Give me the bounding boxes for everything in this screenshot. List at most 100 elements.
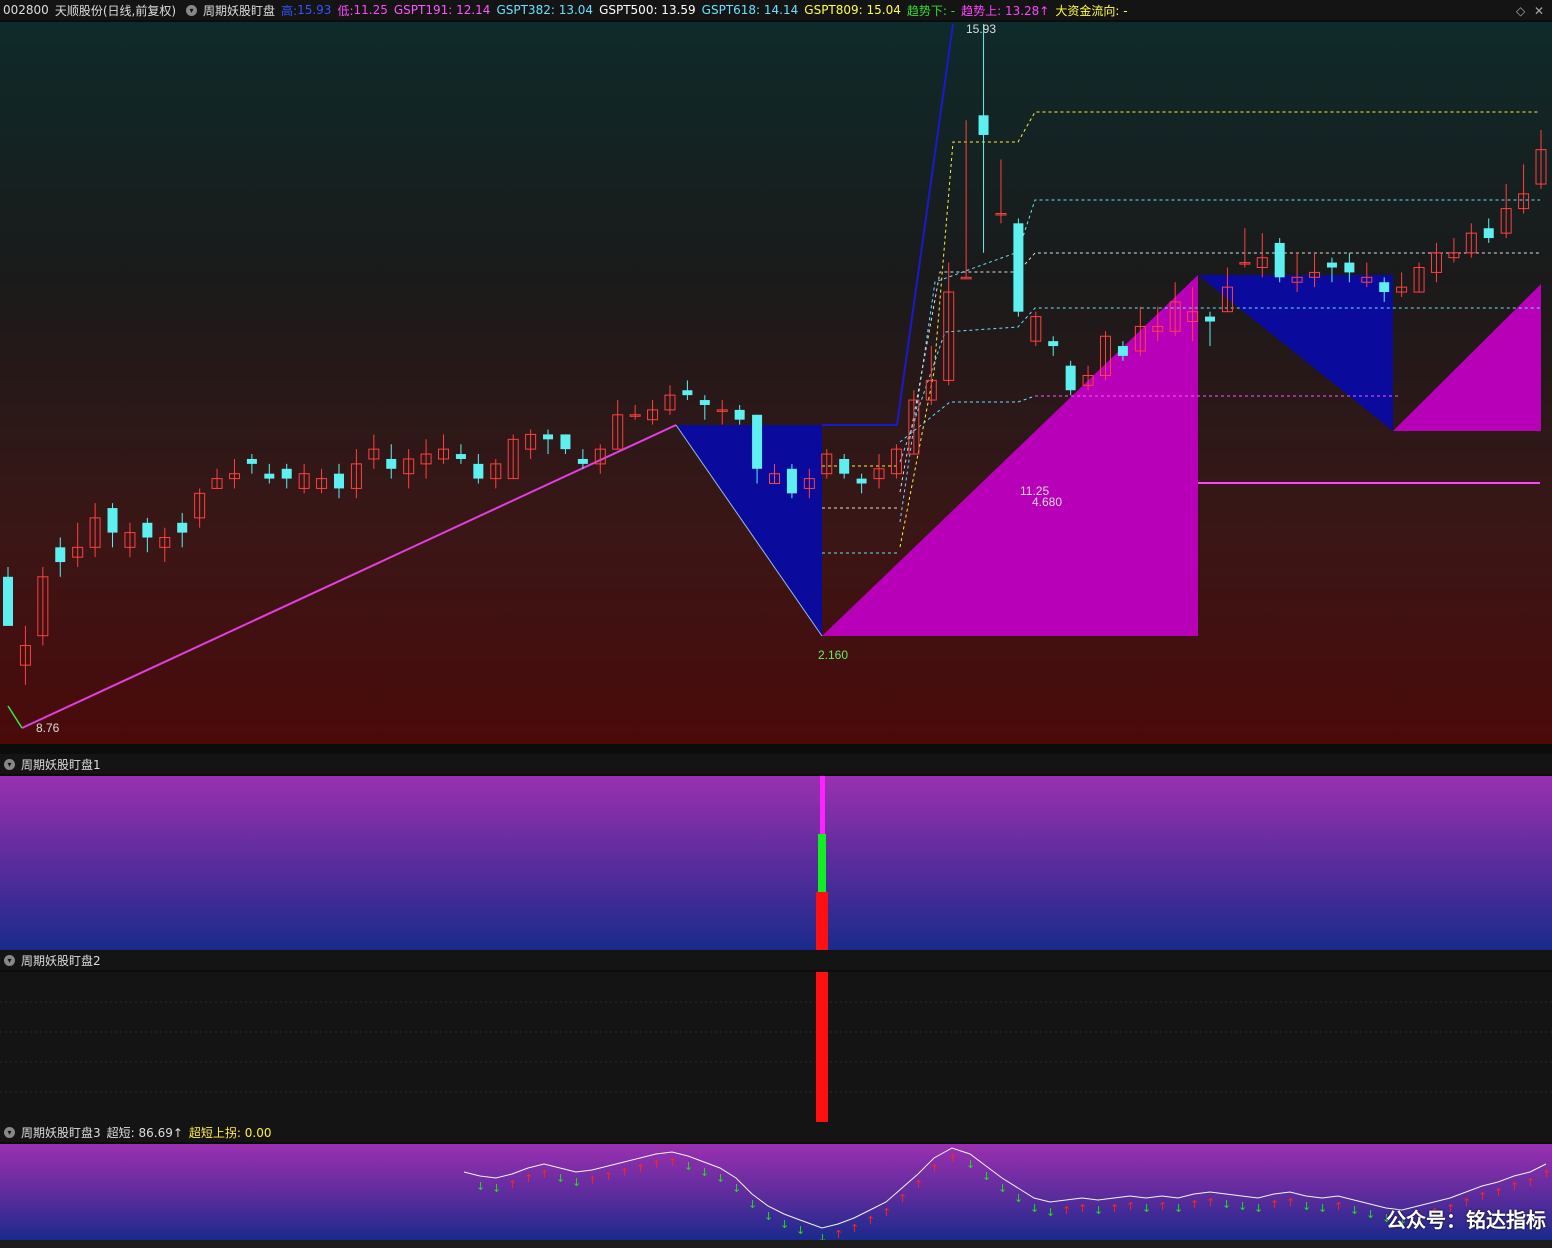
candle-body [142,522,153,538]
candle-body [786,468,797,494]
indicator-name[interactable]: 周期妖股盯盘 [203,2,275,19]
indicator-panel-3[interactable]: ↓ ↓ ↑ ↑ ↑ ↓ ↓ ↑ ↑ ↑ ↑ ↑ ↑ ↓ ↓ ↓ ↓ ↓ ↓ ↓ ↓ ↓ ↑ ↑ ↑ ↑ ↑ ↑ ↑ ↑ ↓ ↓ ↓ ↓ ↓ ↓ ↑ ↑ ↓ ↑… [0,1144,1552,1240]
candle-body [1205,316,1216,322]
candle-body [960,276,972,280]
candle-body [1117,346,1128,356]
candle-body [333,473,344,489]
indicator-panel-1[interactable] [0,776,1552,950]
trend-up: 趋势上: 13.28↑ [961,3,1050,18]
down-arrow-icon: ↓ [1238,1200,1247,1213]
candle-body [1065,365,1076,391]
price-max-label: 15.93 [966,22,996,36]
close-icon[interactable]: ✕ [1534,4,1544,18]
candle-body [1048,341,1059,347]
gspt500: GSPT500: 13.59 [599,3,696,17]
candle-body [543,434,554,440]
stock-code: 002800 [3,3,49,17]
down-arrow-icon: ↓ [492,1182,501,1195]
ultra-short-turn: 超短上拐: 0.00 [188,1125,272,1140]
watermark: 公众号：铭达指标 [1386,1208,1546,1232]
indicator-panel-2[interactable] [0,972,1552,1122]
up-arrow-icon: ↑ [508,1178,517,1191]
low-value: 11.25 [353,3,388,17]
down-arrow-icon: ↓ [764,1210,773,1223]
down-arrow-icon: ↓ [700,1166,709,1179]
down-arrow-icon: ↓ [998,1182,1007,1195]
up-arrow-icon: ↑ [1158,1200,1167,1213]
main-chart-header: 002800 天顺股份 (日线,前复权) ▾ 周期妖股盯盘 高: 15.93 低… [0,0,1552,20]
down-arrow-icon: ↓ [1254,1202,1263,1215]
down-arrow-icon: ↓ [732,1182,741,1195]
price-min-label: 8.76 [36,721,60,735]
panel1-header: ▾ 周期妖股盯盘1 [0,754,1552,774]
candle-body [682,390,693,396]
chart-period: (日线,前复权) [102,3,177,18]
low-label: 低: [337,3,354,18]
candle-body [734,409,745,420]
up-arrow-icon: ↑ [834,1228,843,1240]
candle-body [386,458,397,469]
up-arrow-icon: ↑ [1206,1196,1215,1209]
candle-body [107,508,118,533]
down-arrow-icon: ↓ [572,1176,581,1189]
green-start-line [7,705,23,729]
trend-down: 趋势下: - [906,3,956,18]
panel2-toggle-icon[interactable]: ▾ [4,954,15,966]
panel1-title[interactable]: 周期妖股盯盘1 [21,756,101,773]
candle-body [473,463,484,479]
down-arrow-icon: ↓ [1014,1192,1023,1205]
wave-label-3: 4.680 [1032,495,1062,509]
candle-body [246,458,257,464]
panel1-toggle-icon[interactable]: ▾ [4,758,15,770]
main-price-chart[interactable]: 15.93 8.76 2.160 11.25 4.680 [0,22,1552,744]
up-arrow-icon: ↑ [1078,1202,1087,1215]
down-arrow-icon: ↓ [818,1232,827,1240]
down-arrow-icon: ↓ [780,1218,789,1231]
high-value: 15.93 [297,3,332,17]
panel3-title[interactable]: 周期妖股盯盘3 [21,1124,101,1141]
down-arrow-icon: ↓ [1222,1198,1231,1211]
panel2-header: ▾ 周期妖股盯盘2 [0,950,1552,970]
panel3-toggle-icon[interactable]: ▾ [4,1126,15,1138]
magenta-up-wave-area [822,275,1198,636]
panel2-svg [0,972,1552,1122]
up-arrow-icon: ↑ [1110,1202,1119,1215]
panel1-svg [816,776,828,950]
candle-body [978,115,989,135]
candle-body [177,522,188,533]
indicator-toggle-icon[interactable]: ▾ [186,4,198,16]
up-arrow-icon: ↑ [524,1172,533,1185]
down-arrow-icon: ↓ [966,1158,975,1171]
candle-body [1379,282,1390,293]
down-arrow-icon: ↓ [982,1170,991,1183]
up-arrow-icon: ↑ [914,1178,923,1191]
down-arrow-icon: ↓ [1302,1200,1311,1213]
down-arrow-icon: ↓ [748,1198,757,1211]
down-arrow-icon: ↓ [1046,1206,1055,1219]
candle-body [856,478,867,484]
up-arrow-icon: ↑ [1542,1168,1551,1181]
panel3-svg: ↓ ↓ ↑ ↑ ↑ ↓ ↓ ↑ ↑ ↑ ↑ ↑ ↑ ↓ ↓ ↓ ↓ ↓ ↓ ↓ ↓ ↓ ↑ ↑ ↑ ↑ ↑ ↑ ↑ ↑ ↓ ↓ ↓ ↓ ↓ ↓ ↑ ↑ ↓ ↑… [463,1147,1551,1240]
down-arrow-icon: ↓ [476,1180,485,1193]
candle-body [699,400,710,405]
candle-body [3,576,13,626]
bottom-status-bar [0,1240,1552,1248]
panel2-title[interactable]: 周期妖股盯盘2 [21,952,101,969]
high-label: 高: [281,3,298,18]
panel1-bar-magenta [820,776,825,834]
candle-body [560,434,571,450]
up-arrow-icon: ↑ [604,1170,613,1183]
candle-body [281,468,292,479]
up-arrow-icon: ↑ [930,1162,939,1175]
wave-label-1: 2.160 [818,648,848,662]
down-arrow-icon: ↓ [716,1172,725,1185]
gspt382: GSPT382: 13.04 [496,3,594,17]
up-arrow-icon: ↑ [540,1168,549,1181]
gspt809: GSPT809: 15.04 [804,3,901,17]
down-arrow-icon: ↓ [1174,1202,1183,1215]
up-arrow-icon: ↑ [1494,1186,1503,1199]
diamond-icon[interactable]: ◇ [1516,4,1525,18]
candle-body [1344,262,1355,273]
magenta-up-wave-area-2 [1393,284,1541,431]
candle-body [1013,223,1024,312]
